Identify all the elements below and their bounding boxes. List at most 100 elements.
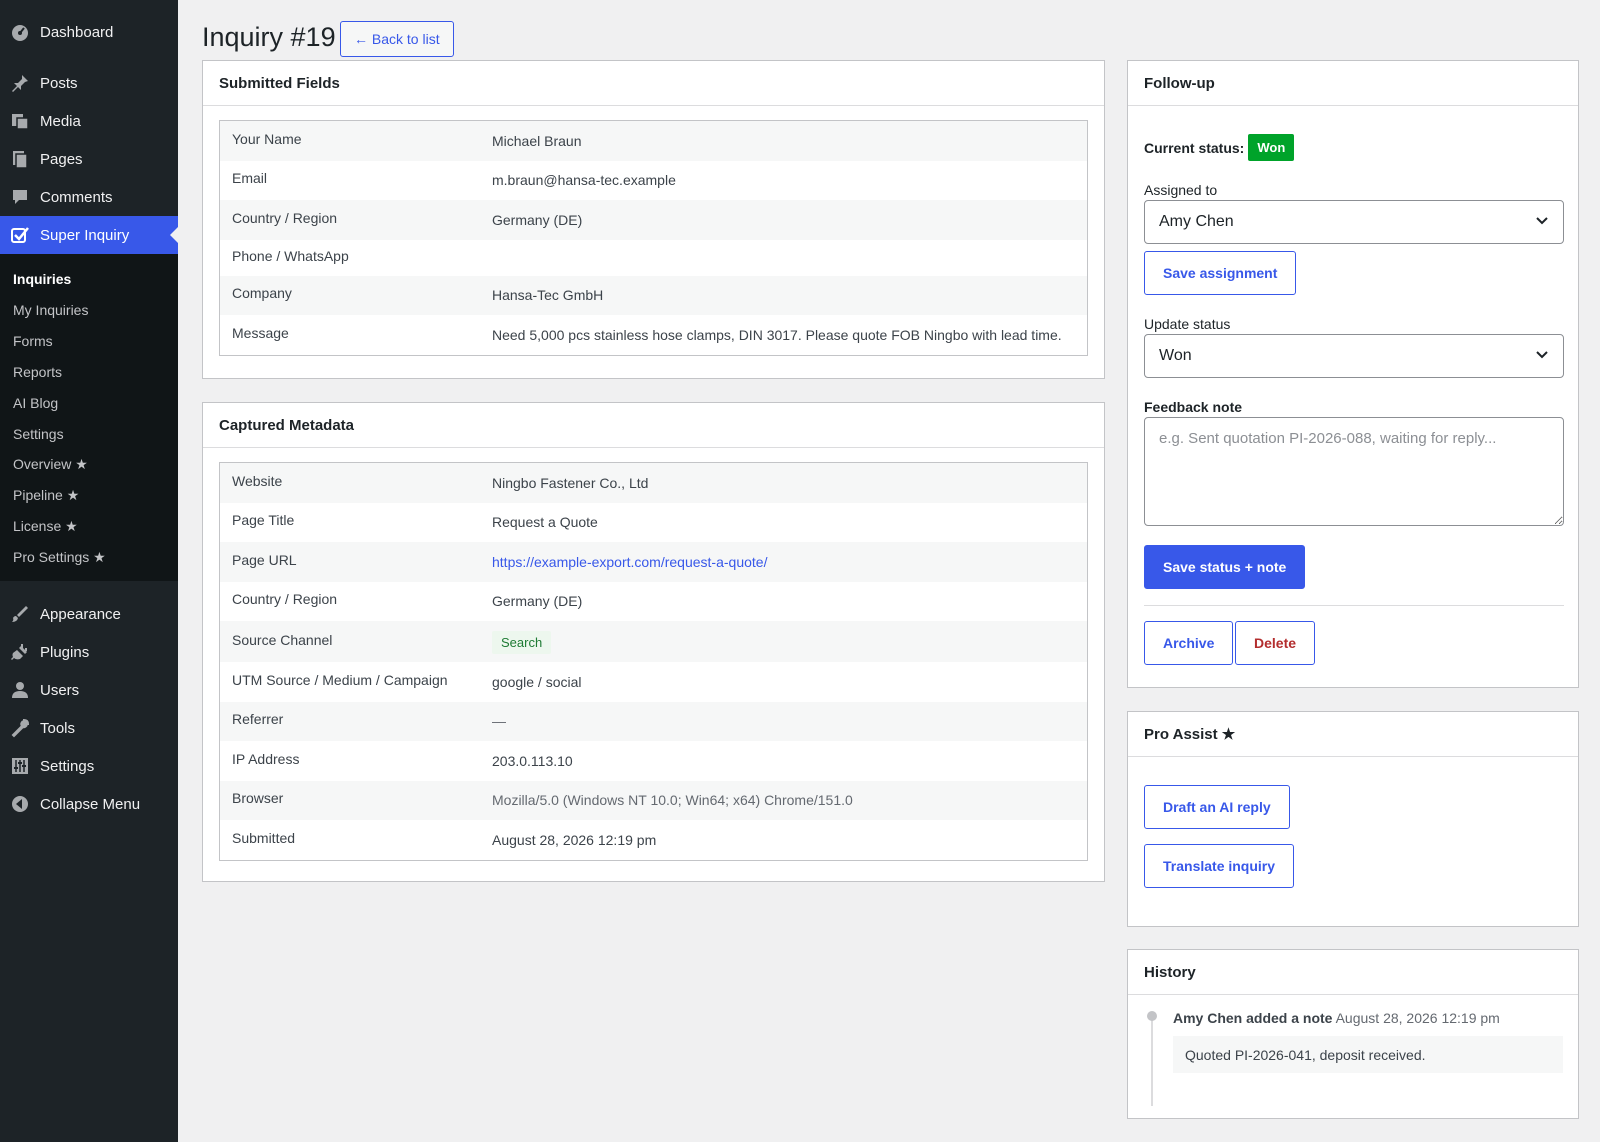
- field-label: Email: [232, 170, 268, 187]
- menu-pages-label: Pages: [40, 150, 83, 168]
- table-row: Email m.braun@hansa-tec.example: [220, 161, 1087, 201]
- menu-settings[interactable]: Settings: [0, 747, 178, 785]
- wrench-icon: [10, 718, 30, 738]
- menu-collapse[interactable]: Collapse Menu: [0, 785, 178, 823]
- current-status: Current status: Won: [1144, 134, 1295, 161]
- menu-comments[interactable]: Comments: [0, 178, 178, 216]
- menu-media-label: Media: [40, 112, 81, 130]
- follow-up-panel: Follow-up Current status: Won Assigned t…: [1127, 60, 1579, 688]
- menu-appearance-label: Appearance: [40, 605, 121, 623]
- submitted-fields-table: Your Name Michael Braun Email m.braun@hans…: [219, 120, 1088, 356]
- source-channel-badge: Search: [492, 630, 552, 654]
- back-to-list-button[interactable]: ← Back to list: [340, 21, 454, 57]
- menu-dashboard[interactable]: Dashboard: [0, 10, 178, 54]
- field-label: Company: [232, 285, 292, 302]
- field-label: Your Name: [232, 130, 302, 147]
- field-label: Phone / WhatsApp: [232, 247, 349, 264]
- menu-super-inquiry-label: Super Inquiry: [40, 226, 130, 244]
- captured-metadata-table: Website Ningbo Fastener Co., Ltd Page Tit…: [219, 462, 1088, 861]
- assigned-to-value: Amy Chen: [1159, 213, 1234, 230]
- field-label: Page URL: [232, 551, 297, 568]
- submenu-overview[interactable]: Overview ★: [0, 449, 178, 480]
- field-value: Germany (DE): [492, 593, 583, 610]
- submenu-license[interactable]: License ★: [0, 511, 178, 542]
- feedback-note-textarea[interactable]: [1144, 417, 1564, 526]
- field-value: Need 5,000 pcs stainless hose clamps, DI…: [492, 326, 1062, 343]
- field-label: Browser: [232, 790, 284, 807]
- table-row: IP Address 203.0.113.10: [220, 741, 1087, 781]
- field-label: Website: [232, 472, 283, 489]
- menu-pages[interactable]: Pages: [0, 140, 178, 178]
- menu-posts[interactable]: Posts: [0, 64, 178, 102]
- translate-inquiry-button[interactable]: Translate inquiry: [1144, 844, 1295, 888]
- menu-dashboard-label: Dashboard: [40, 23, 114, 41]
- submenu-reports[interactable]: Reports: [0, 356, 178, 387]
- table-row: Company Hansa-Tec GmbH: [220, 275, 1087, 315]
- menu-collapse-label: Collapse Menu: [40, 795, 141, 813]
- field-value: Hansa-Tec GmbH: [492, 287, 604, 304]
- submenu-forms[interactable]: Forms: [0, 325, 178, 356]
- check-icon: [10, 225, 30, 245]
- table-row: Page URL https://example-export.com/reque…: [220, 542, 1087, 582]
- menu-media[interactable]: Media: [0, 102, 178, 140]
- field-label: Message: [232, 324, 289, 341]
- media-icon: [10, 111, 30, 131]
- menu-tools[interactable]: Tools: [0, 709, 178, 747]
- table-row: Phone / WhatsApp: [220, 240, 1087, 276]
- table-row: Country / Region Germany (DE): [220, 582, 1087, 622]
- menu-plugins[interactable]: Plugins: [0, 633, 178, 671]
- submenu-ai-blog[interactable]: AI Blog: [0, 387, 178, 418]
- field-value: Request a Quote: [492, 514, 598, 531]
- update-status-select[interactable]: Won: [1144, 334, 1564, 378]
- menu-comments-label: Comments: [40, 188, 113, 206]
- super-inquiry-submenu: Inquiries My Inquiries Forms Reports AI …: [0, 254, 178, 581]
- archive-button[interactable]: Archive: [1144, 621, 1234, 665]
- table-row: Message Need 5,000 pcs stainless hose cla…: [220, 315, 1087, 355]
- pro-assist-title: Pro Assist ★: [1128, 712, 1578, 757]
- submenu-inquiries[interactable]: Inquiries: [0, 263, 178, 294]
- follow-up-title: Follow-up: [1128, 61, 1578, 106]
- submenu-my-inquiries[interactable]: My Inquiries: [0, 294, 178, 325]
- field-label: Submitted: [232, 829, 296, 846]
- table-row: Browser Mozilla/5.0 (Windows NT 10.0; Win…: [220, 780, 1087, 820]
- table-row: Your Name Michael Braun: [220, 121, 1087, 161]
- menu-super-inquiry[interactable]: Super Inquiry: [0, 216, 178, 254]
- submenu-pro-settings[interactable]: Pro Settings ★: [0, 542, 178, 573]
- admin-sidebar: Dashboard Posts Media Pages Comments Sup…: [0, 0, 178, 1142]
- chevron-down-icon: [1535, 213, 1549, 231]
- chevron-down-icon: [1535, 347, 1549, 365]
- submenu-pipeline[interactable]: Pipeline ★: [0, 480, 178, 511]
- field-value: —: [492, 713, 506, 730]
- page-title: Inquiry #19: [202, 22, 336, 52]
- field-value: Mozilla/5.0 (Windows NT 10.0; Win64; x64…: [492, 792, 853, 809]
- update-status-value: Won: [1159, 347, 1192, 364]
- history-note: Quoted PI-2026-041, deposit received.: [1173, 1036, 1563, 1073]
- menu-settings-label: Settings: [40, 757, 95, 775]
- pro-assist-panel: Pro Assist ★ Draft an AI reply Translate…: [1127, 711, 1579, 927]
- field-label: Source Channel: [232, 631, 333, 648]
- delete-button[interactable]: Delete: [1235, 621, 1316, 665]
- page-url-link[interactable]: https://example-export.com/request-a-quo…: [492, 554, 767, 570]
- history-timeline-line: [1151, 1016, 1153, 1106]
- menu-posts-label: Posts: [40, 74, 78, 92]
- field-value: Ningbo Fastener Co., Ltd: [492, 474, 649, 491]
- current-status-label: Current status:: [1144, 139, 1245, 156]
- menu-users[interactable]: Users: [0, 671, 178, 709]
- field-value: Germany (DE): [492, 211, 583, 228]
- history-title: History: [1128, 950, 1578, 995]
- history-panel: History Amy Chen added a note August 28,…: [1127, 949, 1579, 1119]
- captured-metadata-panel: Captured Metadata Website Ningbo Fastener…: [202, 402, 1105, 882]
- history-entry: Amy Chen added a note August 28, 2026 12…: [1173, 1010, 1500, 1026]
- submenu-settings[interactable]: Settings: [0, 418, 178, 449]
- field-value: google / social: [492, 673, 582, 690]
- draft-ai-reply-button[interactable]: Draft an AI reply: [1144, 785, 1290, 829]
- save-assignment-button[interactable]: Save assignment: [1144, 251, 1297, 295]
- table-row: UTM Source / Medium / Campaign google / s…: [220, 662, 1087, 702]
- save-status-note-button[interactable]: Save status + note: [1144, 545, 1306, 589]
- user-icon: [10, 680, 30, 700]
- field-label: IP Address: [232, 750, 300, 767]
- assigned-to-select[interactable]: Amy Chen: [1144, 200, 1564, 244]
- menu-appearance[interactable]: Appearance: [0, 595, 178, 633]
- assigned-to-label: Assigned to: [1144, 182, 1218, 198]
- status-badge: Won: [1248, 134, 1295, 161]
